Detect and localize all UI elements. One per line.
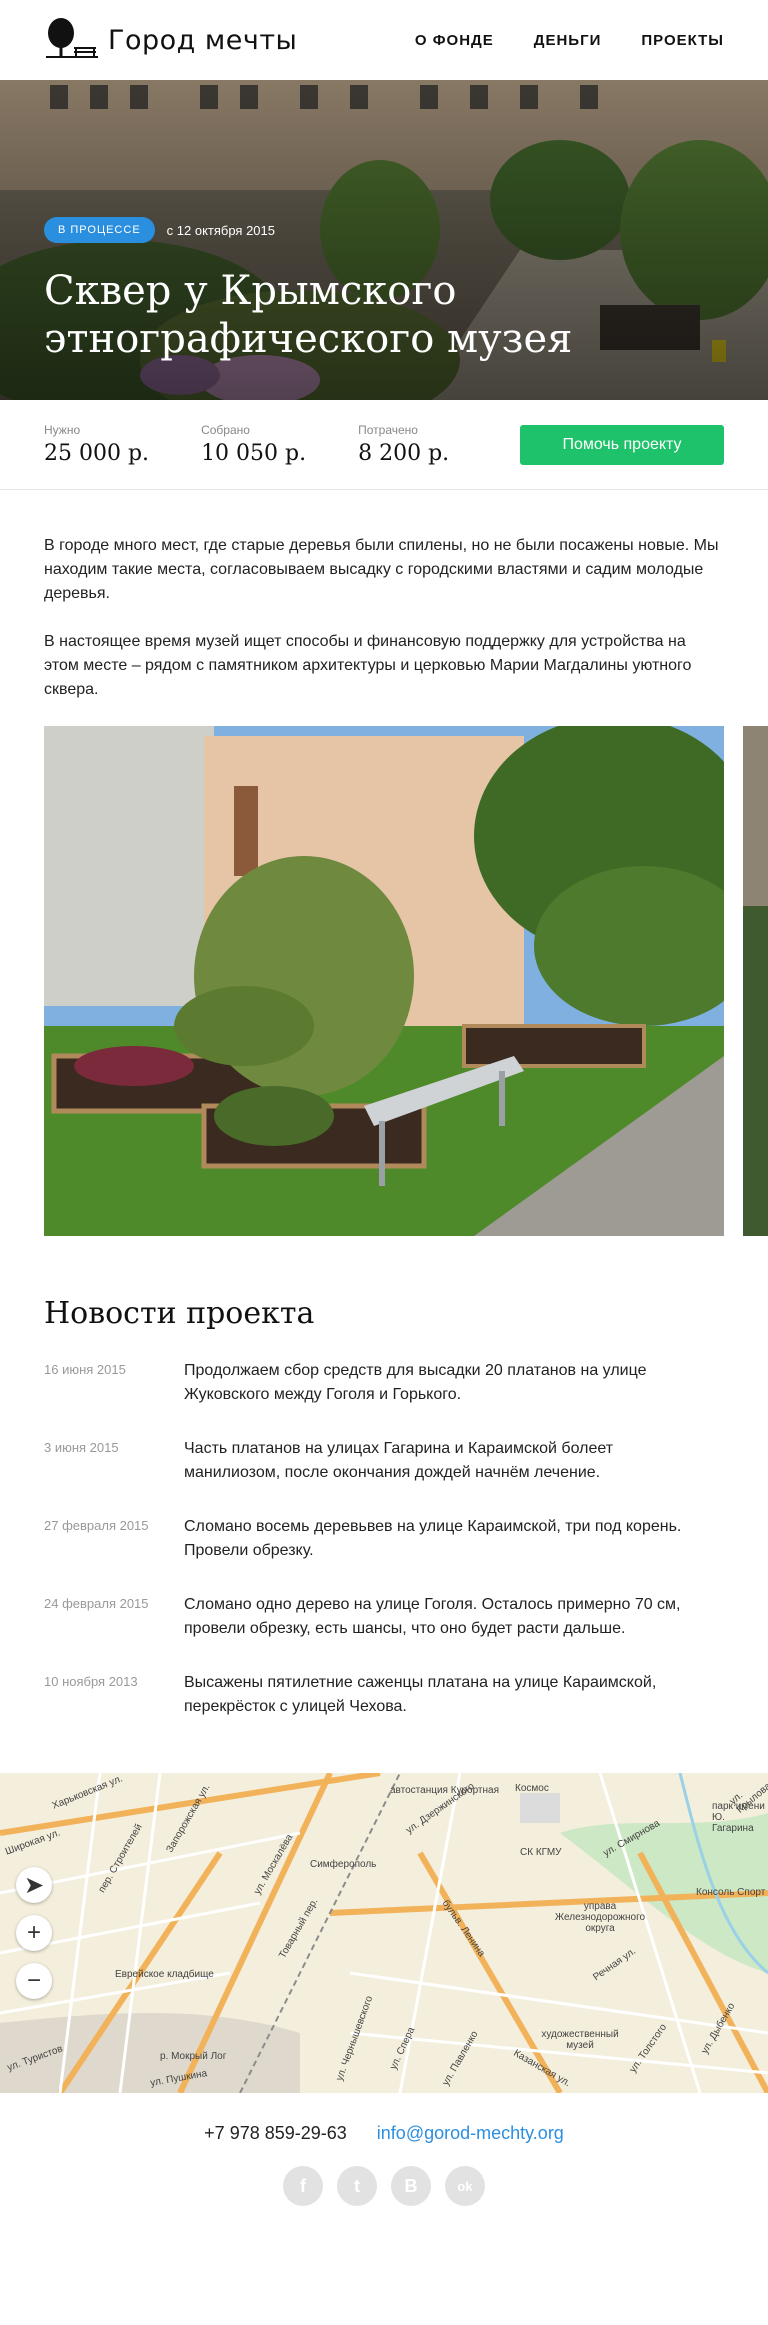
- news-item: 16 июня 2015 Продолжаем сбор средств для…: [44, 1359, 724, 1407]
- logo-text: Город мечты: [108, 24, 298, 56]
- hero-content: В ПРОЦЕССЕ с 12 октября 2015 Сквер у Кры…: [44, 217, 724, 363]
- facebook-icon[interactable]: f: [283, 2166, 323, 2206]
- social-links: f t В ok: [0, 2166, 768, 2206]
- stat-collected-value: 10 050 р.: [201, 441, 307, 466]
- news-date: 3 июня 2015: [44, 1440, 119, 1455]
- gallery-photo-main[interactable]: [44, 726, 724, 1236]
- vkontakte-icon[interactable]: В: [391, 2166, 431, 2206]
- nav-projects[interactable]: ПРОЕКТЫ: [641, 32, 724, 49]
- twitter-icon[interactable]: t: [337, 2166, 377, 2206]
- news-text: Продолжаем сбор средств для высадки 20 п…: [184, 1362, 647, 1403]
- project-date: с 12 октября 2015: [166, 222, 275, 238]
- next-photo: [743, 726, 768, 1236]
- news-text: Часть платанов на улицах Гагарина и Кара…: [184, 1440, 614, 1481]
- news-item: 3 июня 2015 Часть платанов на улицах Гаг…: [44, 1437, 724, 1485]
- map-label: Космос: [515, 1783, 549, 1794]
- project-title: Сквер у Крымского этнографического музея: [44, 268, 573, 362]
- map-label: управа Железнодорожного округа: [554, 1901, 646, 1934]
- stat-needed-label: Нужно: [44, 423, 81, 437]
- stat-spent-label: Потрачено: [358, 423, 418, 437]
- nav-about[interactable]: О ФОНДЕ: [415, 32, 494, 49]
- news-date: 24 февраля 2015: [44, 1596, 149, 1611]
- map-label: Еврейское кладбище: [115, 1969, 214, 1980]
- zoom-out-icon[interactable]: −: [16, 1963, 52, 1999]
- email-link[interactable]: info@gorod-mechty.org: [377, 2123, 564, 2144]
- news-text: Высажены пятилетние саженцы платана на у…: [184, 1674, 657, 1715]
- funding-stats: Нужно 25 000 р. Собрано 10 050 р. Потрач…: [0, 400, 768, 490]
- description-paragraph: В городе много мест, где старые деревья …: [44, 537, 719, 602]
- stat-needed-value: 25 000 р.: [44, 441, 150, 466]
- status-badge: В ПРОЦЕССЕ: [44, 217, 155, 243]
- garden-photo: [44, 726, 724, 1236]
- map-controls: ➤ + −: [16, 1867, 52, 1999]
- main-nav: О ФОНДЕ ДЕНЬГИ ПРОЕКТЫ: [415, 32, 724, 49]
- stat-needed: Нужно 25 000 р.: [44, 423, 149, 466]
- news-item: 10 ноября 2013 Высажены пятилетние сажен…: [44, 1671, 724, 1719]
- zoom-in-icon[interactable]: +: [16, 1915, 52, 1951]
- news-date: 10 ноября 2013: [44, 1674, 138, 1689]
- tree-bench-icon: [46, 18, 98, 58]
- news-text: Сломано восемь деревьвев на улице Караим…: [184, 1518, 682, 1559]
- locate-icon[interactable]: ➤: [16, 1867, 52, 1903]
- contacts: +7 978 859-29-63 info@gorod-mechty.org: [0, 2123, 768, 2144]
- location-map[interactable]: Харьковская ул. Запорожская ул. автостан…: [0, 1773, 768, 2093]
- news-date: 16 июня 2015: [44, 1362, 126, 1377]
- map-label: СК КГМУ: [520, 1847, 562, 1858]
- news-heading: Новости проекта: [44, 1296, 315, 1331]
- map-label: парк имени Ю. Гагарина: [712, 1801, 765, 1834]
- nav-money[interactable]: ДЕНЬГИ: [534, 32, 602, 49]
- photo-gallery: [0, 726, 768, 1236]
- odnoklassniki-icon[interactable]: ok: [445, 2166, 485, 2206]
- news-item: 27 февраля 2015 Сломано восемь деревьвев…: [44, 1515, 724, 1563]
- stat-collected-label: Собрано: [201, 423, 250, 437]
- site-footer: +7 978 859-29-63 info@gorod-mechty.org f…: [0, 2093, 768, 2246]
- hero-banner: В ПРОЦЕССЕ с 12 октября 2015 Сквер у Кры…: [0, 80, 768, 400]
- site-header: Город мечты О ФОНДЕ ДЕНЬГИ ПРОЕКТЫ: [0, 0, 768, 80]
- description-paragraph: В настоящее время музей ищет способы и ф…: [44, 633, 692, 698]
- map-label: р. Мокрый Лог: [160, 2051, 227, 2062]
- news-date: 27 февраля 2015: [44, 1518, 149, 1533]
- news-text: Сломано одно дерево на улице Гоголя. Ост…: [184, 1596, 681, 1637]
- logo[interactable]: Город мечты: [44, 17, 297, 63]
- project-description: В городе много мест, где старые деревья …: [0, 490, 768, 702]
- stat-collected: Собрано 10 050 р.: [201, 423, 306, 466]
- status-row: В ПРОЦЕССЕ с 12 октября 2015: [44, 217, 724, 243]
- news-item: 24 февраля 2015 Сломано одно дерево на у…: [44, 1593, 724, 1641]
- stat-spent-value: 8 200 р.: [358, 441, 450, 466]
- gallery-photo-next[interactable]: [743, 726, 768, 1236]
- map-label: художественный музей: [541, 2029, 619, 2051]
- project-news: Новости проекта 16 июня 2015 Продолжаем …: [0, 1236, 768, 1719]
- stat-spent: Потрачено 8 200 р.: [358, 423, 449, 466]
- map-label: автостанция Курортная: [390, 1785, 499, 1796]
- help-project-button[interactable]: Помочь проекту: [520, 424, 724, 465]
- map-label: Консоль Спорт: [696, 1887, 766, 1898]
- map-label: Симферополь: [310, 1859, 377, 1870]
- phone-number[interactable]: +7 978 859-29-63: [204, 2123, 347, 2144]
